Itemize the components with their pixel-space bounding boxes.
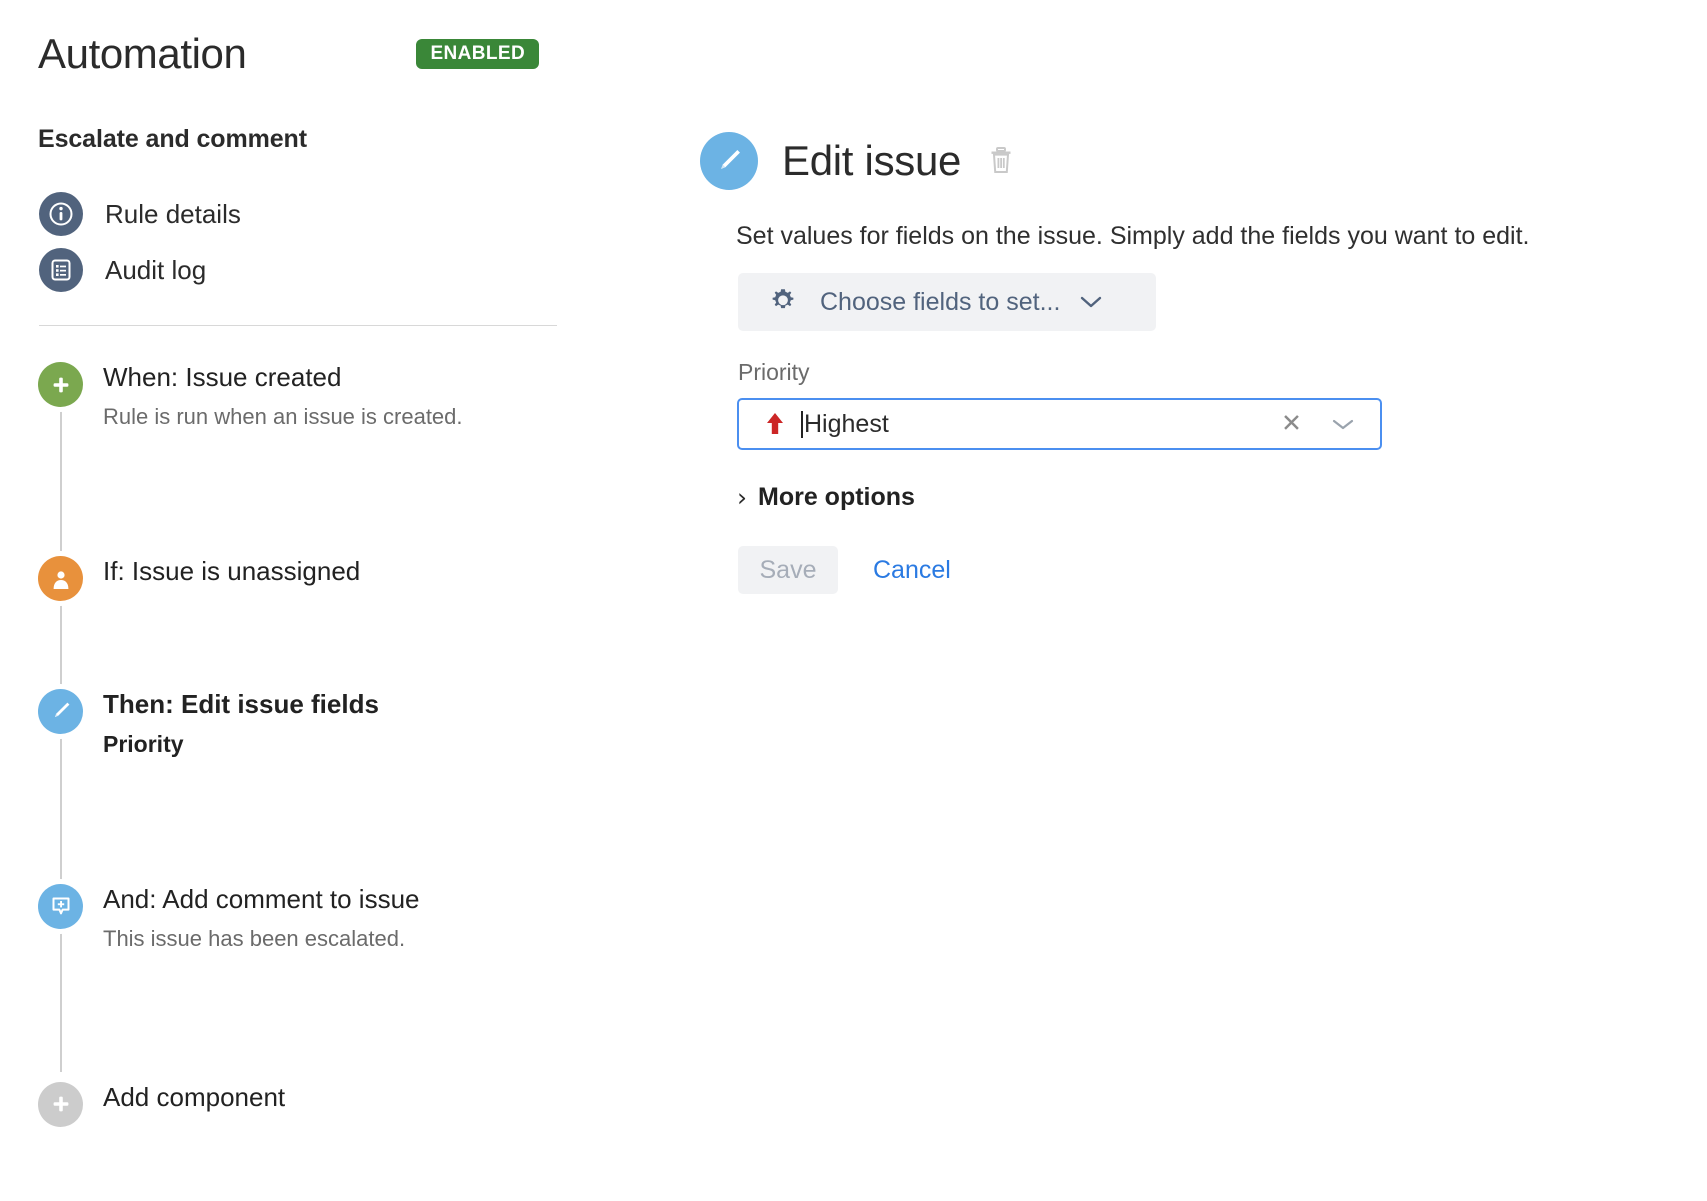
flow-item-description: Rule is run when an issue is created. <box>103 404 463 430</box>
sidebar-item-audit-log[interactable]: Audit log <box>38 242 658 298</box>
flow-item-and[interactable]: And: Add comment to issue This issue has… <box>38 884 658 952</box>
rule-name: Escalate and comment <box>38 125 658 154</box>
panel-description: Set values for fields on the issue. Simp… <box>736 221 1680 251</box>
comment-plus-icon <box>38 884 83 929</box>
priority-select[interactable]: Highest ✕ <box>737 398 1382 450</box>
sidebar-item-label: Audit log <box>105 255 206 286</box>
more-options-toggle[interactable]: › More options <box>737 483 915 512</box>
flow-item-title: Then: Edit issue fields <box>103 690 379 720</box>
chevron-right-icon: › <box>737 485 747 510</box>
priority-field-label: Priority <box>738 359 1680 386</box>
flow-item-if[interactable]: If: Issue is unassigned <box>38 556 658 601</box>
edit-issue-panel: Edit issue Set values for fields on the … <box>700 0 1680 594</box>
rule-flow: When: Issue created Rule is run when an … <box>38 362 658 1127</box>
page-header: Automation ENABLED <box>38 0 658 75</box>
page-title: Automation <box>38 33 246 75</box>
chevron-down-icon[interactable] <box>1332 417 1354 431</box>
flow-item-then[interactable]: Then: Edit issue fields Priority <box>38 689 658 758</box>
list-document-icon <box>39 248 83 292</box>
gear-icon <box>768 287 798 317</box>
sidebar-nav: Rule details Audit log <box>38 186 658 298</box>
flow-item-title: Add component <box>103 1083 285 1113</box>
choose-fields-label: Choose fields to set... <box>820 288 1060 317</box>
panel-title: Edit issue <box>782 140 961 182</box>
plus-icon <box>38 1082 83 1127</box>
flow-item-title: If: Issue is unassigned <box>103 557 360 587</box>
more-options-label: More options <box>758 483 915 512</box>
status-badge: ENABLED <box>416 39 539 69</box>
choose-fields-dropdown[interactable]: Choose fields to set... <box>738 273 1156 331</box>
flow-item-title: And: Add comment to issue <box>103 885 420 915</box>
arrow-up-highest-icon <box>765 411 785 437</box>
sidebar-item-label: Rule details <box>105 199 241 230</box>
left-sidebar: Automation ENABLED Escalate and comment … <box>38 0 658 1201</box>
sidebar-item-rule-details[interactable]: Rule details <box>38 186 658 242</box>
sidebar-divider <box>39 325 557 326</box>
flow-item-add-component[interactable]: Add component <box>38 1082 658 1127</box>
close-icon[interactable]: ✕ <box>1281 412 1302 437</box>
priority-value: Highest <box>804 410 889 439</box>
pencil-icon <box>700 132 758 190</box>
panel-actions: Save Cancel <box>738 546 1680 594</box>
person-icon <box>38 556 83 601</box>
automation-page: Automation ENABLED Escalate and comment … <box>0 0 1707 1201</box>
flow-item-title: When: Issue created <box>103 363 463 393</box>
save-button[interactable]: Save <box>738 546 838 594</box>
flow-item-when[interactable]: When: Issue created Rule is run when an … <box>38 362 658 430</box>
cancel-button[interactable]: Cancel <box>873 556 951 585</box>
text-cursor <box>801 411 803 438</box>
trash-icon[interactable] <box>985 143 1017 179</box>
flow-item-description: Priority <box>103 731 379 758</box>
flow-item-description: This issue has been escalated. <box>103 926 420 952</box>
info-icon <box>39 192 83 236</box>
panel-header: Edit issue <box>700 0 1680 190</box>
plus-icon <box>38 362 83 407</box>
pencil-icon <box>38 689 83 734</box>
chevron-down-icon <box>1080 295 1102 309</box>
